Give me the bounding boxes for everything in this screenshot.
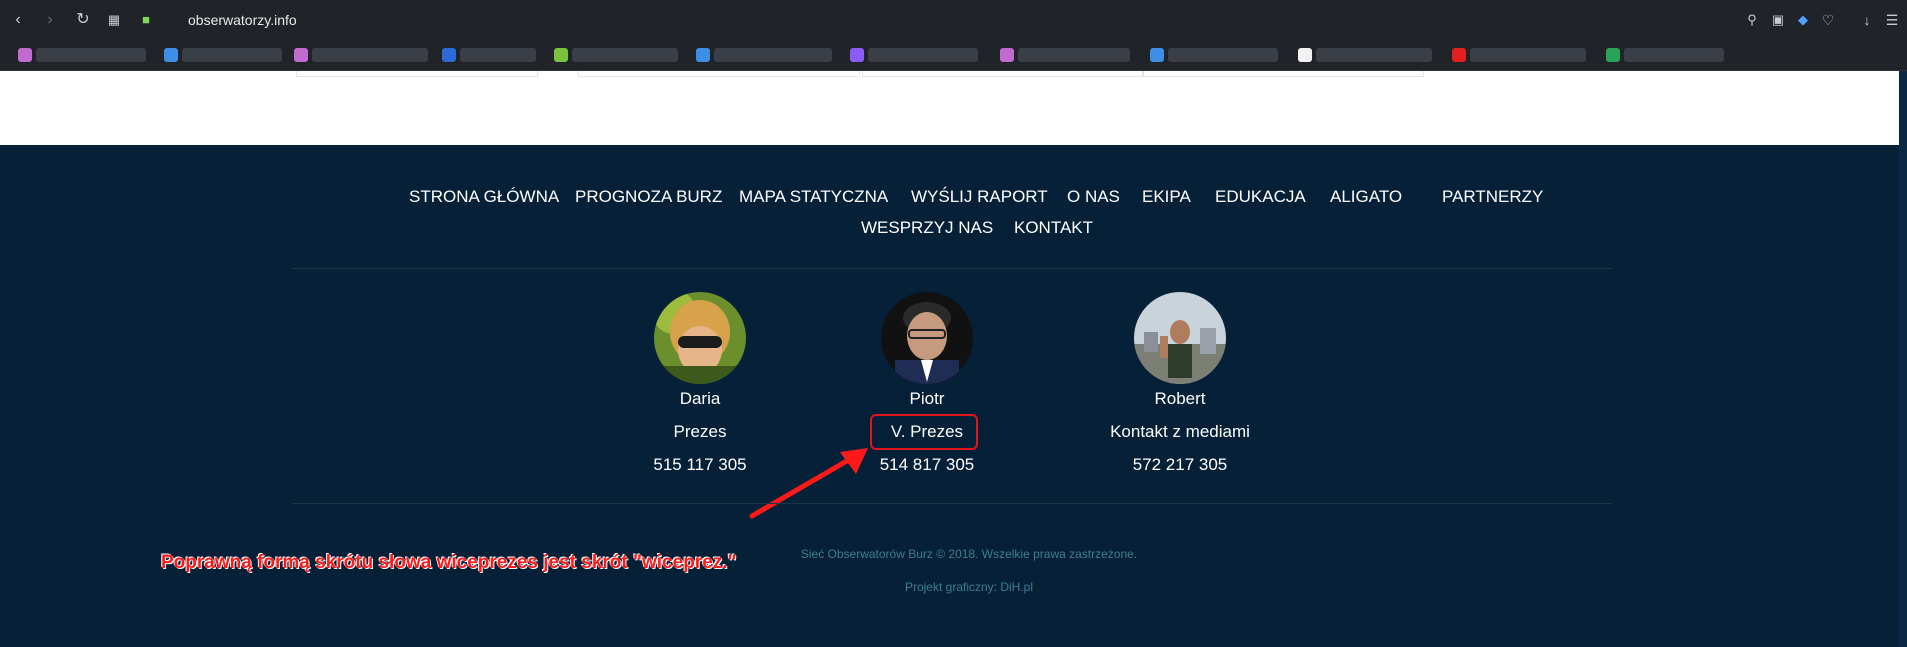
nav-mapa-statyczna[interactable]: MAPA STATYCZNA bbox=[739, 187, 888, 207]
annotation-arrow bbox=[749, 448, 868, 519]
reload-icon[interactable]: ↻ bbox=[73, 10, 93, 30]
bookmark-item[interactable] bbox=[18, 48, 146, 62]
bookmark-item[interactable] bbox=[850, 48, 978, 62]
speed-dial-icon[interactable]: ▦ bbox=[104, 10, 124, 30]
browser-toolbar: ‹ › ↻ ▦ ■ obserwatorzy.info ⚲ ▣ ◆ ♡ ↓ ☰ bbox=[0, 0, 1907, 40]
copyright: Sieć Obserwatorów Burz © 2018. Wszelkie … bbox=[800, 547, 1138, 561]
annotation-note: Poprawną formą skrótu słowa wiceprezes j… bbox=[161, 552, 737, 573]
design-credit[interactable]: Projekt graficzny: DiH.pl bbox=[719, 580, 1219, 594]
divider bbox=[292, 503, 1612, 504]
search-icon[interactable]: ⚲ bbox=[1742, 10, 1762, 30]
team-name: Daria bbox=[679, 389, 721, 408]
camera-icon[interactable]: ▣ bbox=[1768, 10, 1788, 30]
content-card bbox=[578, 71, 860, 77]
nav-wyslij-raport[interactable]: WYŚLIJ RAPORT bbox=[911, 187, 1048, 207]
lock-icon[interactable]: ■ bbox=[136, 10, 156, 30]
bookmark-item[interactable] bbox=[164, 48, 282, 62]
bookmark-item[interactable] bbox=[1000, 48, 1130, 62]
bookmark-item[interactable] bbox=[554, 48, 678, 62]
address-bar[interactable]: obserwatorzy.info bbox=[188, 12, 297, 28]
nav-partnerzy[interactable]: PARTNERZY bbox=[1442, 187, 1543, 207]
nav-edukacja[interactable]: EDUKACJA bbox=[1215, 187, 1306, 207]
page-content bbox=[0, 71, 1907, 145]
team-name: Robert bbox=[1154, 389, 1206, 408]
bookmark-item[interactable] bbox=[1150, 48, 1278, 62]
back-icon[interactable]: ‹ bbox=[8, 10, 28, 30]
content-card bbox=[296, 71, 538, 77]
nav-o-nas[interactable]: O NAS bbox=[1067, 187, 1120, 207]
divider bbox=[292, 268, 1612, 269]
avatar bbox=[881, 292, 973, 384]
bookmark-item[interactable] bbox=[294, 48, 428, 62]
bookmark-item[interactable] bbox=[1606, 48, 1724, 62]
nav-kontakt[interactable]: KONTAKT bbox=[1014, 218, 1093, 238]
nav-prognoza-burz[interactable]: PROGNOZA BURZ bbox=[575, 187, 722, 207]
scrollbar[interactable] bbox=[1899, 71, 1907, 647]
shield-icon[interactable]: ◆ bbox=[1793, 10, 1813, 30]
nav-ekipa[interactable]: EKIPA bbox=[1142, 187, 1191, 207]
bookmark-item[interactable] bbox=[442, 48, 536, 62]
content-card bbox=[1142, 71, 1424, 77]
nav-strona-glowna[interactable]: STRONA GŁÓWNA bbox=[409, 187, 559, 207]
team-role: Kontakt z mediami bbox=[1110, 422, 1250, 441]
bookmark-item[interactable] bbox=[1452, 48, 1586, 62]
team-phone[interactable]: 572 217 305 bbox=[1070, 455, 1290, 475]
avatar bbox=[654, 292, 746, 384]
menu-icon[interactable]: ☰ bbox=[1882, 10, 1902, 30]
team-role: Prezes bbox=[673, 422, 727, 441]
nav-aligato[interactable]: ALIGATO bbox=[1330, 187, 1402, 207]
team-name: Piotr bbox=[909, 389, 945, 408]
content-card bbox=[862, 71, 1144, 77]
forward-icon[interactable]: › bbox=[40, 10, 60, 30]
avatar bbox=[1134, 292, 1226, 384]
bookmark-item[interactable] bbox=[1298, 48, 1432, 62]
bookmark-item[interactable] bbox=[696, 48, 832, 62]
download-icon[interactable]: ↓ bbox=[1857, 10, 1877, 30]
heart-icon[interactable]: ♡ bbox=[1818, 10, 1838, 30]
nav-wesprzyj-nas[interactable]: WESPRZYJ NAS bbox=[861, 218, 993, 238]
annotation-highlight-box bbox=[870, 414, 978, 450]
